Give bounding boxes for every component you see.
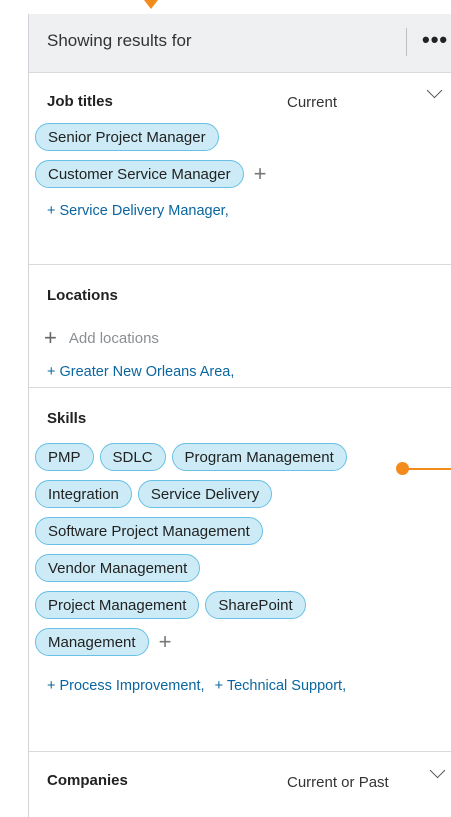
job-title-pill[interactable]: Senior Project Manager — [35, 123, 219, 151]
skill-pill[interactable]: Software Project Management — [35, 517, 263, 545]
locations-heading: Locations — [47, 287, 118, 304]
skill-pill[interactable]: PMP — [35, 443, 94, 471]
annotation-dot-icon — [396, 462, 409, 475]
skill-pill[interactable]: Project Management — [35, 591, 200, 619]
companies-heading: Companies — [47, 772, 128, 789]
skills-heading: Skills — [47, 410, 87, 427]
add-skill-icon[interactable]: + — [159, 631, 172, 653]
add-locations-placeholder: Add locations — [68, 329, 159, 347]
skill-pill[interactable]: Program Management — [171, 443, 347, 471]
filters-header: Showing results for ••• — [29, 14, 451, 73]
skill-pill-row: Management + — [35, 628, 171, 656]
header-divider — [406, 28, 407, 56]
skill-pill-row: Project Management SharePoint — [35, 591, 312, 619]
add-locations-input[interactable]: + Add locations — [44, 325, 159, 350]
chevron-down-icon[interactable] — [429, 762, 446, 779]
add-job-title-icon[interactable]: + — [254, 163, 267, 185]
skill-suggestions: + Process Improvement, + Technical Suppo… — [47, 678, 352, 694]
skill-pill[interactable]: SDLC — [99, 443, 166, 471]
skill-suggestion-link[interactable]: + Process Improvement, — [47, 678, 205, 694]
job-titles-heading: Job titles — [47, 93, 113, 110]
header-title: Showing results for — [47, 31, 192, 50]
annotation-arrow-icon — [144, 0, 158, 9]
location-suggestions: + Greater New Orleans Area, — [47, 364, 240, 380]
skill-pill[interactable]: Vendor Management — [35, 554, 201, 582]
job-titles-section: Job titles Current Senior Project Manage… — [29, 73, 451, 265]
job-title-pill-row: Customer Service Manager + — [35, 160, 266, 188]
companies-section: Companies Current or Past — [29, 752, 451, 812]
skill-pill-row: Integration Service Delivery — [35, 480, 278, 508]
skills-section: Skills PMP SDLC Program Management Integ… — [29, 388, 451, 752]
skill-pill-row: PMP SDLC Program Management — [35, 443, 353, 471]
job-title-pill-row: Senior Project Manager — [35, 123, 225, 151]
search-filters-panel: Showing results for ••• Job titles Curre… — [28, 14, 451, 817]
skill-pill[interactable]: Integration — [35, 480, 132, 508]
job-title-pill[interactable]: Customer Service Manager — [35, 160, 244, 188]
job-title-suggestions: + Service Delivery Manager, — [47, 203, 235, 219]
plus-icon: + — [44, 325, 57, 350]
chevron-down-icon[interactable] — [426, 82, 443, 99]
locations-section: Locations + Add locations + Greater New … — [29, 265, 451, 388]
job-title-suggestion-link[interactable]: + Service Delivery Manager, — [47, 203, 229, 219]
skill-pill-row: Vendor Management — [35, 554, 206, 582]
skill-pill[interactable]: SharePoint — [205, 591, 306, 619]
companies-scope-dropdown[interactable]: Current or Past — [287, 774, 389, 791]
location-suggestion-link[interactable]: + Greater New Orleans Area, — [47, 364, 234, 380]
skill-pill[interactable]: Service Delivery — [137, 480, 273, 508]
annotation-line — [404, 468, 451, 470]
skill-pill-row: Software Project Management — [35, 517, 269, 545]
job-titles-scope-dropdown[interactable]: Current — [287, 94, 337, 111]
skill-pill[interactable]: Management — [35, 628, 149, 656]
skill-suggestion-link[interactable]: + Technical Support, — [215, 678, 347, 694]
more-options-button[interactable]: ••• — [422, 29, 448, 51]
